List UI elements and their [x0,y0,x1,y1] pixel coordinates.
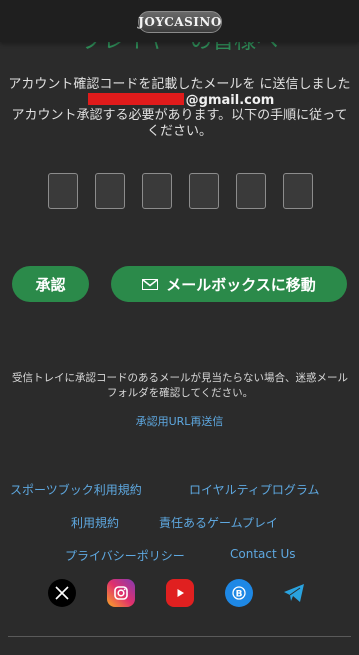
email-domain: @gmail.com [185,92,275,108]
instagram-icon[interactable] [107,579,135,607]
resend-link[interactable]: 承認用URL再送信 [0,413,359,429]
contact-us-link[interactable]: Contact Us [230,547,296,561]
code-digit-6[interactable] [283,173,313,209]
social-links: B [0,579,359,609]
intro-line-1: アカウント確認コードを記載したメールを に送信しました [8,77,351,92]
intro-text: アカウント確認コードを記載したメールを に送信しました @gmail.com ア… [8,77,351,139]
code-input-group [48,173,313,211]
x-icon[interactable] [48,579,76,607]
redacted-email [87,92,184,105]
intro-line-3: アカウント承認する必要があります。以下の手順に従ってください。 [11,108,348,139]
code-digit-3[interactable] [142,173,172,209]
approve-button[interactable]: 承認 [12,266,89,302]
site-header: JOYCASINO [0,0,359,42]
envelope-icon [142,278,159,290]
code-digit-5[interactable] [236,173,266,209]
approve-button-label: 承認 [35,275,66,294]
responsible-gaming-link[interactable]: 責任あるゲームプレイ [159,514,278,531]
loyalty-program-link[interactable]: ロイヤルティプログラム [189,481,320,498]
code-digit-1[interactable] [48,173,78,209]
code-digit-2[interactable] [95,173,125,209]
svg-text:B: B [236,590,243,600]
sportsbook-rules-link[interactable]: スポーツブック利用規約 [10,481,142,498]
terms-link[interactable]: 利用規約 [71,514,119,531]
joycasino-logo[interactable]: JOYCASINO [138,11,222,33]
spam-hint-text: 受信トレイに承認コードのあるメールが見当たらない場合、迷惑メールフォルダを確認し… [12,372,348,399]
code-digit-4[interactable] [189,173,219,209]
telegram-icon[interactable] [280,579,308,607]
youtube-icon[interactable] [166,579,194,607]
privacy-policy-link[interactable]: プライバシーポリシー [65,547,185,564]
go-to-mailbox-label: メールボックスに移動 [166,275,316,294]
footer-divider [8,636,351,637]
b-icon[interactable]: B [225,579,253,607]
go-to-mailbox-button[interactable]: メールボックスに移動 [111,266,347,302]
